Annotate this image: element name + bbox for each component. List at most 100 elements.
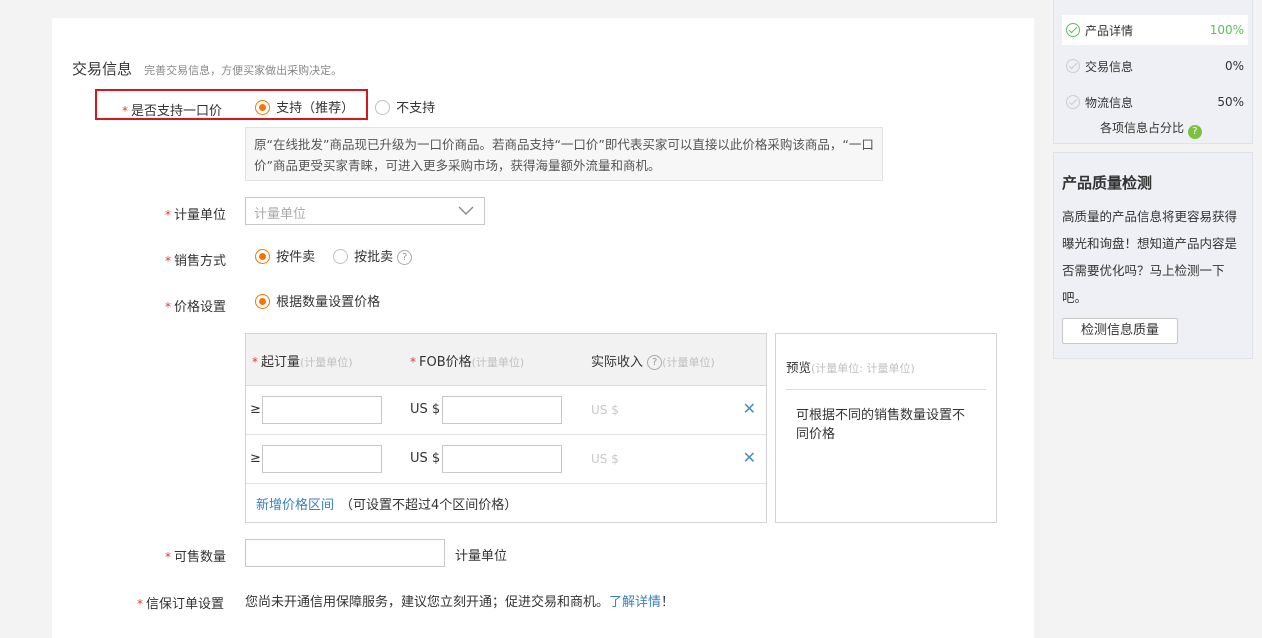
progress-card: 产品详情 100% 交易信息 0% 物流信息 50% 各项信息占分比 ?: [1053, 0, 1253, 144]
one-price-yes-label: 支持（推荐）: [276, 101, 355, 116]
price-by-qty-radio[interactable]: 根据数量设置价格: [255, 291, 380, 310]
progress-item-value: 0%: [1224, 59, 1244, 73]
delete-row-icon[interactable]: ✕: [743, 448, 756, 467]
help-icon[interactable]: ?: [397, 250, 413, 265]
add-range-row: 新增价格区间 （可设置不超过4个区间价格）: [246, 484, 766, 522]
one-price-label: * 是否支持一口价: [122, 100, 222, 119]
sale-method-label-text: 销售方式: [174, 254, 227, 269]
col-fob-sub: (计量单位): [471, 356, 525, 369]
required-mark: *: [165, 254, 171, 268]
escrow-tail: ！: [661, 595, 675, 610]
quantity-label-text: 可售数量: [174, 550, 227, 565]
quantity-unit: 计量单位: [455, 549, 508, 564]
radio-unchecked-icon: [333, 249, 348, 264]
one-price-yes-radio[interactable]: 支持（推荐）: [255, 97, 354, 116]
check-quality-button-label: 检测信息质量: [1080, 323, 1159, 338]
price-table-header: * 起订量(计量单位) * FOB价格(计量单位) 实际收入 ? (计量单位): [246, 334, 766, 386]
one-price-no-radio[interactable]: 不支持: [375, 97, 435, 116]
ge-symbol: ≥: [250, 402, 261, 417]
col-moq-label: 起订量: [261, 355, 301, 370]
col-fob-label: FOB价格: [419, 355, 472, 370]
progress-item-value: 100%: [1209, 23, 1244, 37]
col-income-label: 实际收入: [591, 355, 644, 370]
quality-description: 高质量的产品信息将更容易获得曝光和询盘！想知道产品内容是否需要优化吗？马上检测一…: [1062, 209, 1238, 305]
income-value: US $: [591, 452, 619, 466]
price-setting-label-text: 价格设置: [174, 300, 227, 315]
unit-select-placeholder: 计量单位: [254, 207, 307, 222]
chevron-down-icon: [458, 206, 474, 215]
preview-title: 预览: [786, 360, 812, 375]
col-fob-header: * FOB价格(计量单位): [410, 351, 524, 370]
progress-item-trade-info[interactable]: 交易信息 0%: [1062, 51, 1248, 81]
unit-label: * 计量单位: [165, 204, 226, 223]
help-icon[interactable]: ?: [1187, 125, 1202, 139]
sale-piece-radio[interactable]: 按件卖: [255, 246, 315, 265]
preview-divider: [786, 389, 986, 390]
check-quality-button[interactable]: 检测信息质量: [1062, 318, 1178, 344]
col-income-sub: (计量单位): [662, 356, 715, 369]
progress-footer-text: 各项信息占分比: [1100, 121, 1185, 135]
escrow-label-text: 信保订单设置: [146, 597, 225, 612]
sale-batch-label: 按批卖: [354, 250, 394, 265]
radio-checked-icon: [255, 249, 270, 264]
progress-footer: 各项信息占分比 ?: [1100, 119, 1202, 139]
fob-price-input[interactable]: [442, 396, 562, 424]
escrow-text: 您尚未开通信用保障服务，建议您立刻开通；促进交易和商机。: [245, 595, 610, 610]
sale-batch-radio[interactable]: 按批卖 ?: [333, 246, 413, 265]
quantity-label: * 可售数量: [165, 546, 226, 565]
table-row: ≥ US $ US $ ✕: [246, 435, 766, 484]
preview-title-sub: (计量单位: 计量单位): [811, 362, 915, 375]
help-icon[interactable]: ?: [647, 355, 663, 370]
unit-select[interactable]: 计量单位: [245, 197, 485, 225]
preview-body: 可根据不同的销售数量设置不同价格: [796, 408, 966, 442]
one-price-note: 原“在线批发”商品现已升级为一口价商品。若商品支持“一口价”即代表买家可以直接以…: [245, 127, 883, 181]
price-table: * 起订量(计量单位) * FOB价格(计量单位) 实际收入 ? (计量单位) ≥ U…: [245, 333, 767, 523]
required-mark: *: [252, 355, 258, 369]
price-by-qty-label: 根据数量设置价格: [276, 295, 381, 310]
check-circle-icon: [1066, 23, 1080, 37]
one-price-label-text: 是否支持一口价: [131, 104, 223, 119]
escrow-label: * 信保订单设置: [137, 593, 224, 612]
progress-item-value: 50%: [1217, 95, 1244, 109]
moq-input[interactable]: [262, 445, 382, 473]
required-mark: *: [137, 597, 143, 611]
col-income-header: 实际收入 ? (计量单位): [591, 351, 715, 370]
required-mark: *: [165, 300, 171, 314]
quantity-input[interactable]: [245, 539, 445, 567]
required-mark: *: [165, 208, 171, 222]
required-mark: *: [122, 104, 128, 118]
escrow-message: 您尚未开通信用保障服务，建议您立刻开通；促进交易和商机。了解详情！: [245, 591, 674, 610]
price-setting-label: * 价格设置: [165, 296, 226, 315]
sale-piece-label: 按件卖: [276, 250, 316, 265]
section-subtitle: 完善交易信息，方便买家做出采购决定。: [144, 64, 343, 77]
currency-label: US $: [410, 451, 441, 466]
progress-item-label: 产品详情: [1085, 23, 1134, 38]
ge-symbol: ≥: [250, 451, 261, 466]
radio-checked-icon: [255, 294, 270, 309]
progress-item-product-details[interactable]: 产品详情 100%: [1062, 15, 1248, 45]
moq-input[interactable]: [262, 396, 382, 424]
progress-item-logistics[interactable]: 物流信息 50%: [1062, 87, 1248, 117]
learn-more-link[interactable]: 了解详情: [609, 595, 661, 610]
required-mark: *: [165, 550, 171, 564]
col-moq-header: * 起订量(计量单位): [252, 351, 353, 370]
fob-price-input[interactable]: [442, 445, 562, 473]
currency-label: US $: [410, 402, 441, 417]
col-moq-sub: (计量单位): [300, 356, 353, 369]
required-mark: *: [410, 355, 416, 369]
radio-checked-icon: [255, 100, 270, 115]
section-title: 交易信息: [72, 60, 133, 78]
preview-header: 预览(计量单位: 计量单位): [786, 357, 915, 376]
preview-panel: 预览(计量单位: 计量单位) 可根据不同的销售数量设置不同价格: [775, 333, 997, 523]
delete-row-icon[interactable]: ✕: [743, 399, 756, 418]
check-circle-icon: [1066, 95, 1080, 109]
add-price-range-note: （可设置不超过4个区间价格）: [340, 498, 518, 513]
unit-label-text: 计量单位: [174, 208, 227, 223]
table-row: ≥ US $ US $ ✕: [246, 386, 766, 435]
section-header: 交易信息 完善交易信息，方便买家做出采购决定。: [72, 58, 342, 79]
radio-unchecked-icon: [375, 100, 390, 115]
income-value: US $: [591, 403, 619, 417]
sale-method-label: * 销售方式: [165, 250, 226, 269]
one-price-no-label: 不支持: [396, 101, 436, 116]
add-price-range-link[interactable]: 新增价格区间: [256, 494, 334, 513]
